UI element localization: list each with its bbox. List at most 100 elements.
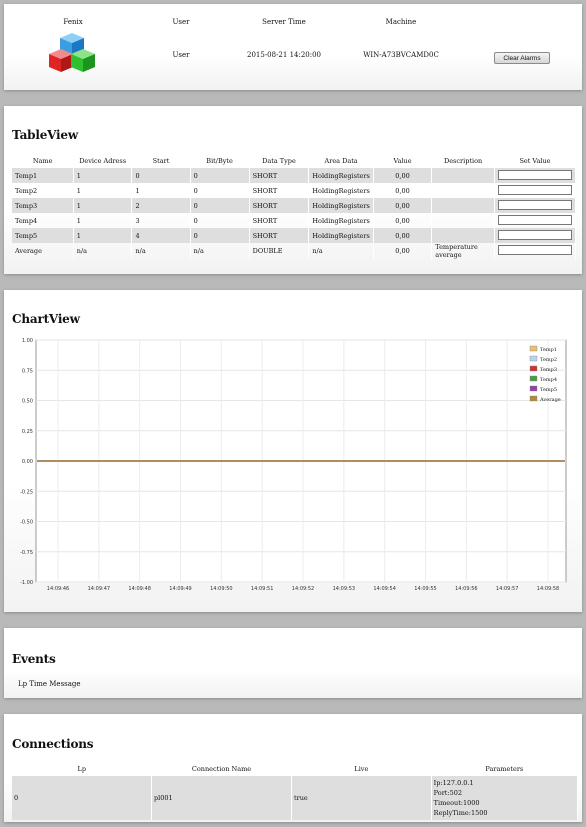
cell-type: SHORT (249, 183, 310, 198)
cell-value: 0,00 (373, 183, 433, 198)
x-tick-label: 14:09:49 (169, 586, 191, 592)
header-panel: Fenix User User Server Time 2015-08-21 1… (4, 4, 582, 90)
param-replytime: ReplyTime:1500 (433, 809, 488, 817)
events-columns: Lp Time Message (18, 680, 81, 688)
cell-device: 1 (73, 198, 133, 213)
user-label: User (172, 18, 190, 26)
table-row: Temp5 1 4 0 SHORT HoldingRegisters 0,00 (12, 228, 577, 243)
cell-set-value (494, 198, 577, 213)
col-data-type: Data Type (262, 157, 296, 165)
cell-device: 1 (73, 183, 133, 198)
set-value-input[interactable] (497, 184, 572, 195)
legend-swatch (529, 345, 538, 352)
x-tick-label: 14:09:56 (455, 586, 477, 592)
param-timeout: Timeout:1000 (433, 799, 480, 807)
machine-value: WIN-A73BVCAMD0C (363, 51, 439, 59)
cell-start: 0 (131, 168, 191, 183)
set-value-input[interactable] (497, 214, 572, 225)
cell-device: 1 (73, 228, 133, 243)
x-tick-label: 14:09:50 (210, 586, 232, 592)
cell-live: true (291, 776, 432, 820)
cell-name: Temp5 (12, 228, 74, 243)
table-row: Temp3 1 2 0 SHORT HoldingRegisters 0,00 (12, 198, 577, 213)
x-tick-label: 14:09:57 (496, 586, 518, 592)
server-time-value: 2015-08-21 14:20:00 (246, 51, 322, 59)
cell-type: SHORT (249, 168, 310, 183)
events-title: Events (12, 652, 56, 666)
legend-label: Temp5 (540, 387, 557, 393)
y-tick-label: 0.25 (22, 429, 33, 435)
cell-set-value (494, 228, 577, 243)
legend-swatch (529, 365, 538, 372)
cell-type: SHORT (249, 228, 310, 243)
cell-start: 2 (131, 198, 191, 213)
x-tick-label: 14:09:52 (292, 586, 314, 592)
y-tick-label: 1.00 (22, 338, 33, 344)
cell-device: 1 (73, 168, 133, 183)
cell-area: n/a (308, 243, 374, 259)
cell-name: Temp1 (12, 168, 74, 183)
x-tick-label: 14:09:46 (47, 586, 69, 592)
connections-table: Lp Connection Name Live Parameters 0 pl0… (12, 762, 579, 820)
fenix-logo-icon (49, 33, 95, 72)
chartview-title: ChartView (12, 312, 80, 326)
cell-area: HoldingRegisters (308, 168, 374, 183)
cell-desc: Temperature average (431, 243, 495, 259)
legend-label: Temp1 (540, 347, 557, 353)
connections-title: Connections (12, 737, 94, 751)
cell-value: 0,00 (373, 198, 433, 213)
set-value-input[interactable] (497, 245, 572, 256)
cell-value: 0,00 (373, 213, 433, 228)
table-row: Temp4 1 3 0 SHORT HoldingRegisters 0,00 (12, 213, 577, 228)
table-row: Average n/a n/a n/a DOUBLE n/a 0,00 Temp… (12, 243, 577, 259)
cell-area: HoldingRegisters (308, 228, 374, 243)
legend-label: Average (539, 397, 561, 403)
set-value-input[interactable] (497, 229, 572, 240)
y-tick-label: -0.25 (20, 489, 33, 495)
x-tick-label: 14:09:48 (128, 586, 150, 592)
cell-parameters: Ip:127.0.0.1 Port:502 Timeout:1000 Reply… (431, 776, 579, 820)
x-tick-label: 14:09:53 (333, 586, 355, 592)
chartview-panel: ChartView 1.00 0.75 0.50 0.25 0.00 -0.25 -0.50… (4, 290, 582, 612)
param-ip: Ip:127.0.0.1 (433, 779, 474, 787)
cell-desc (431, 198, 495, 213)
cell-bit: 0 (190, 198, 250, 213)
legend-swatch (529, 385, 538, 392)
cell-name: Temp4 (12, 213, 74, 228)
cell-value: 0,00 (373, 228, 433, 243)
set-value-input[interactable] (497, 199, 572, 210)
cell-set-value (494, 168, 577, 183)
table-row: Temp1 1 0 0 SHORT HoldingRegisters 0,00 (12, 168, 577, 183)
cell-area: HoldingRegisters (308, 198, 374, 213)
cell-start: n/a (131, 243, 191, 259)
connections-panel: Connections Lp Connection Name Live Para… (4, 714, 582, 822)
col-set-value: Set Value (519, 157, 551, 165)
col-start: Start (152, 157, 170, 165)
param-port: Port:502 (433, 789, 463, 797)
col-description: Description (444, 157, 483, 165)
cell-value: 0,00 (373, 243, 433, 259)
machine-label: Machine (385, 18, 417, 26)
col-parameters: Parameters (485, 765, 524, 773)
tableview-panel: TableView Name Device Adress Start Bit/B… (4, 106, 582, 274)
cell-value: 0,00 (373, 168, 433, 183)
y-tick-label: 0.75 (22, 368, 33, 374)
cell-type: SHORT (249, 198, 310, 213)
line-chart: 1.00 0.75 0.50 0.25 0.00 -0.25 -0.50 -0.75 -1.00… (20, 338, 567, 592)
table-row: 0 pl001 true Ip:127.0.0.1 Port:502 Timeo… (12, 776, 579, 820)
clear-alarms-button[interactable]: Clear Alarms (494, 52, 550, 64)
cell-area: HoldingRegisters (308, 183, 374, 198)
cell-lp: 0 (12, 776, 152, 820)
cell-bit: 0 (190, 228, 250, 243)
server-time-label: Server Time (262, 18, 306, 26)
cell-set-value (494, 183, 577, 198)
table-row: Temp2 1 1 0 SHORT HoldingRegisters 0,00 (12, 183, 577, 198)
tags-table: Name Device Adress Start Bit/Byte Data T… (12, 154, 577, 259)
set-value-input[interactable] (497, 169, 572, 180)
cell-bit: 0 (190, 183, 250, 198)
cell-bit: 0 (190, 168, 250, 183)
legend-swatch (529, 355, 538, 362)
cell-bit: n/a (190, 243, 250, 259)
x-tick-label: 14:09:51 (251, 586, 273, 592)
cell-name: Average (12, 243, 74, 259)
